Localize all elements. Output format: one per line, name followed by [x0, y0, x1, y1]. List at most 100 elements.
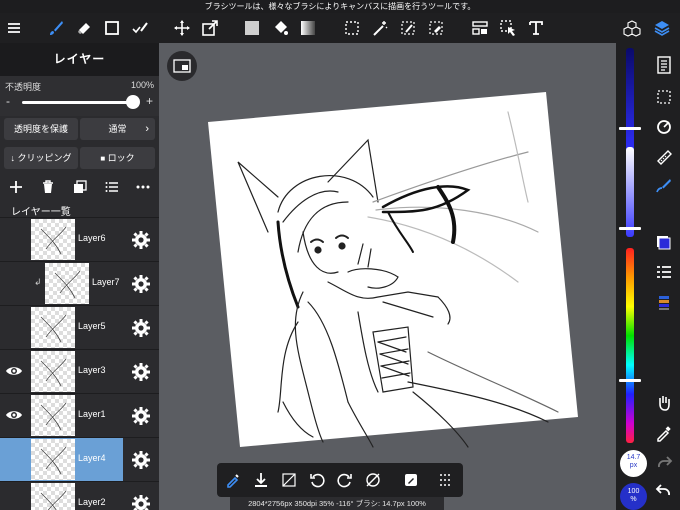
- clipping-button[interactable]: ↓ クリッピング: [4, 147, 78, 169]
- tool-hint-text: ブラシツールは、様々なブラシによりキャンバスに描画を行うツールです。: [204, 2, 476, 11]
- layer-name: Layer7: [92, 277, 120, 287]
- hand-tool-icon[interactable]: [652, 391, 676, 415]
- clipping-icon: ↓: [10, 153, 15, 163]
- redo-icon[interactable]: [652, 451, 676, 475]
- layer-list-icon[interactable]: [100, 176, 124, 198]
- canvas-area[interactable]: [159, 43, 616, 510]
- opacity-label: 不透明度: [5, 82, 42, 92]
- canvas-artwork[interactable]: [208, 92, 578, 452]
- layer-thumbnail: [31, 307, 75, 348]
- rotate-right-icon[interactable]: [331, 463, 359, 497]
- eye-icon[interactable]: [5, 364, 23, 378]
- magic-wand-icon[interactable]: [366, 13, 394, 43]
- stabilizer-icon[interactable]: [652, 115, 676, 139]
- merge-layer-icon[interactable]: [68, 176, 92, 198]
- layer-row[interactable]: Layer2: [0, 481, 159, 510]
- tool-hint-bar: ブラシツールは、様々なブラシによりキャンバスに描画を行うツールです。: [0, 0, 680, 13]
- primary-color-swatch[interactable]: [652, 231, 676, 255]
- gear-icon[interactable]: [131, 450, 151, 470]
- navigator-button[interactable]: [167, 51, 197, 81]
- layer-row[interactable]: Layer3: [0, 349, 159, 393]
- blend-mode-button[interactable]: 通常 ›: [80, 118, 155, 140]
- bucket-icon[interactable]: [266, 13, 294, 43]
- opacity-minus-button[interactable]: -: [6, 94, 10, 108]
- layer-row[interactable]: Layer5: [0, 305, 159, 349]
- gear-icon[interactable]: [131, 362, 151, 382]
- brush-size-button[interactable]: 14.7 px: [620, 450, 647, 477]
- chevron-right-icon: ›: [145, 123, 149, 135]
- layer-name: Layer2: [78, 497, 106, 507]
- canvas-bottom-toolbar: [217, 463, 463, 497]
- text-tool-icon[interactable]: [522, 13, 550, 43]
- import-icon[interactable]: [247, 463, 275, 497]
- gear-icon[interactable]: [131, 274, 151, 294]
- hue-slider[interactable]: [626, 248, 634, 443]
- layer-name: Layer5: [78, 321, 106, 331]
- gear-icon[interactable]: [131, 230, 151, 250]
- gear-icon[interactable]: [131, 494, 151, 510]
- reset-rotation-icon[interactable]: [359, 463, 387, 497]
- select-pen-icon[interactable]: [126, 13, 154, 43]
- brush-size-unit: px: [629, 462, 638, 469]
- opacity-plus-button[interactable]: +: [146, 94, 153, 108]
- lasso-select-icon[interactable]: [338, 13, 366, 43]
- brush-opacity-button[interactable]: 100 %: [620, 483, 647, 510]
- saturation-slider[interactable]: [626, 147, 634, 237]
- fill-color-icon[interactable]: [238, 13, 266, 43]
- layer-thumbnail: [45, 263, 89, 304]
- opacity-slider-knob[interactable]: [126, 95, 140, 109]
- undo-icon[interactable]: [652, 479, 676, 503]
- transform-icon[interactable]: [196, 13, 224, 43]
- brush-opacity-unit: %: [630, 496, 637, 503]
- layer-thumbnail: [31, 483, 75, 510]
- gradient-icon[interactable]: [294, 13, 322, 43]
- delete-layer-icon[interactable]: [36, 176, 60, 198]
- layer-name: Layer4: [78, 453, 106, 463]
- move-icon[interactable]: [168, 13, 196, 43]
- ruler-icon[interactable]: [652, 145, 676, 169]
- protect-alpha-button[interactable]: 透明度を保護: [4, 118, 78, 140]
- layers-icon[interactable]: [648, 13, 676, 43]
- eye-icon[interactable]: [5, 408, 23, 422]
- brush-list-icon[interactable]: [652, 261, 676, 285]
- notes-icon[interactable]: [652, 53, 676, 77]
- palette-icon[interactable]: [652, 291, 676, 315]
- eraser-icon[interactable]: [70, 13, 98, 43]
- layer-name: Layer6: [78, 233, 106, 243]
- lock-label: ロック: [107, 153, 135, 163]
- selection-eraser-icon[interactable]: [422, 13, 450, 43]
- saturation-marker[interactable]: [619, 227, 641, 230]
- clip-indicator-icon: ↲: [34, 277, 42, 287]
- layer-row[interactable]: ↲ Layer7: [0, 261, 159, 305]
- blend-mode-label: 通常: [108, 124, 127, 134]
- gear-icon[interactable]: [131, 318, 151, 338]
- layer-thumbnail: [31, 395, 75, 436]
- rotate-left-icon[interactable]: [303, 463, 331, 497]
- hue-marker[interactable]: [619, 379, 641, 382]
- layer-row[interactable]: Layer6: [0, 217, 159, 261]
- clear-canvas-icon[interactable]: [275, 463, 303, 497]
- brush-settings-icon[interactable]: [397, 463, 425, 497]
- grid-dots-icon[interactable]: [431, 463, 459, 497]
- filter-icon[interactable]: [466, 13, 494, 43]
- gear-icon[interactable]: [131, 406, 151, 426]
- brightness-marker[interactable]: [619, 127, 641, 130]
- select-all-icon[interactable]: [652, 85, 676, 109]
- snap-brush-icon[interactable]: [652, 173, 676, 197]
- lock-button[interactable]: ■ ロック: [80, 147, 155, 169]
- material-icon[interactable]: [618, 13, 646, 43]
- menu-icon[interactable]: [0, 13, 28, 43]
- eyedropper-icon[interactable]: [652, 421, 676, 445]
- selection-pen-icon[interactable]: [394, 13, 422, 43]
- layer-thumbnail: [31, 219, 75, 260]
- square-icon[interactable]: [98, 13, 126, 43]
- eyedropper-brush-icon[interactable]: [219, 463, 247, 497]
- layer-row[interactable]: Layer4: [0, 437, 159, 481]
- layer-row[interactable]: Layer1: [0, 393, 159, 437]
- select-tool-icon[interactable]: [494, 13, 522, 43]
- opacity-slider[interactable]: [22, 101, 136, 104]
- layer-thumbnail: [31, 439, 75, 480]
- add-layer-icon[interactable]: [4, 176, 28, 198]
- more-options-icon[interactable]: [131, 176, 155, 198]
- brush-icon[interactable]: [42, 13, 70, 43]
